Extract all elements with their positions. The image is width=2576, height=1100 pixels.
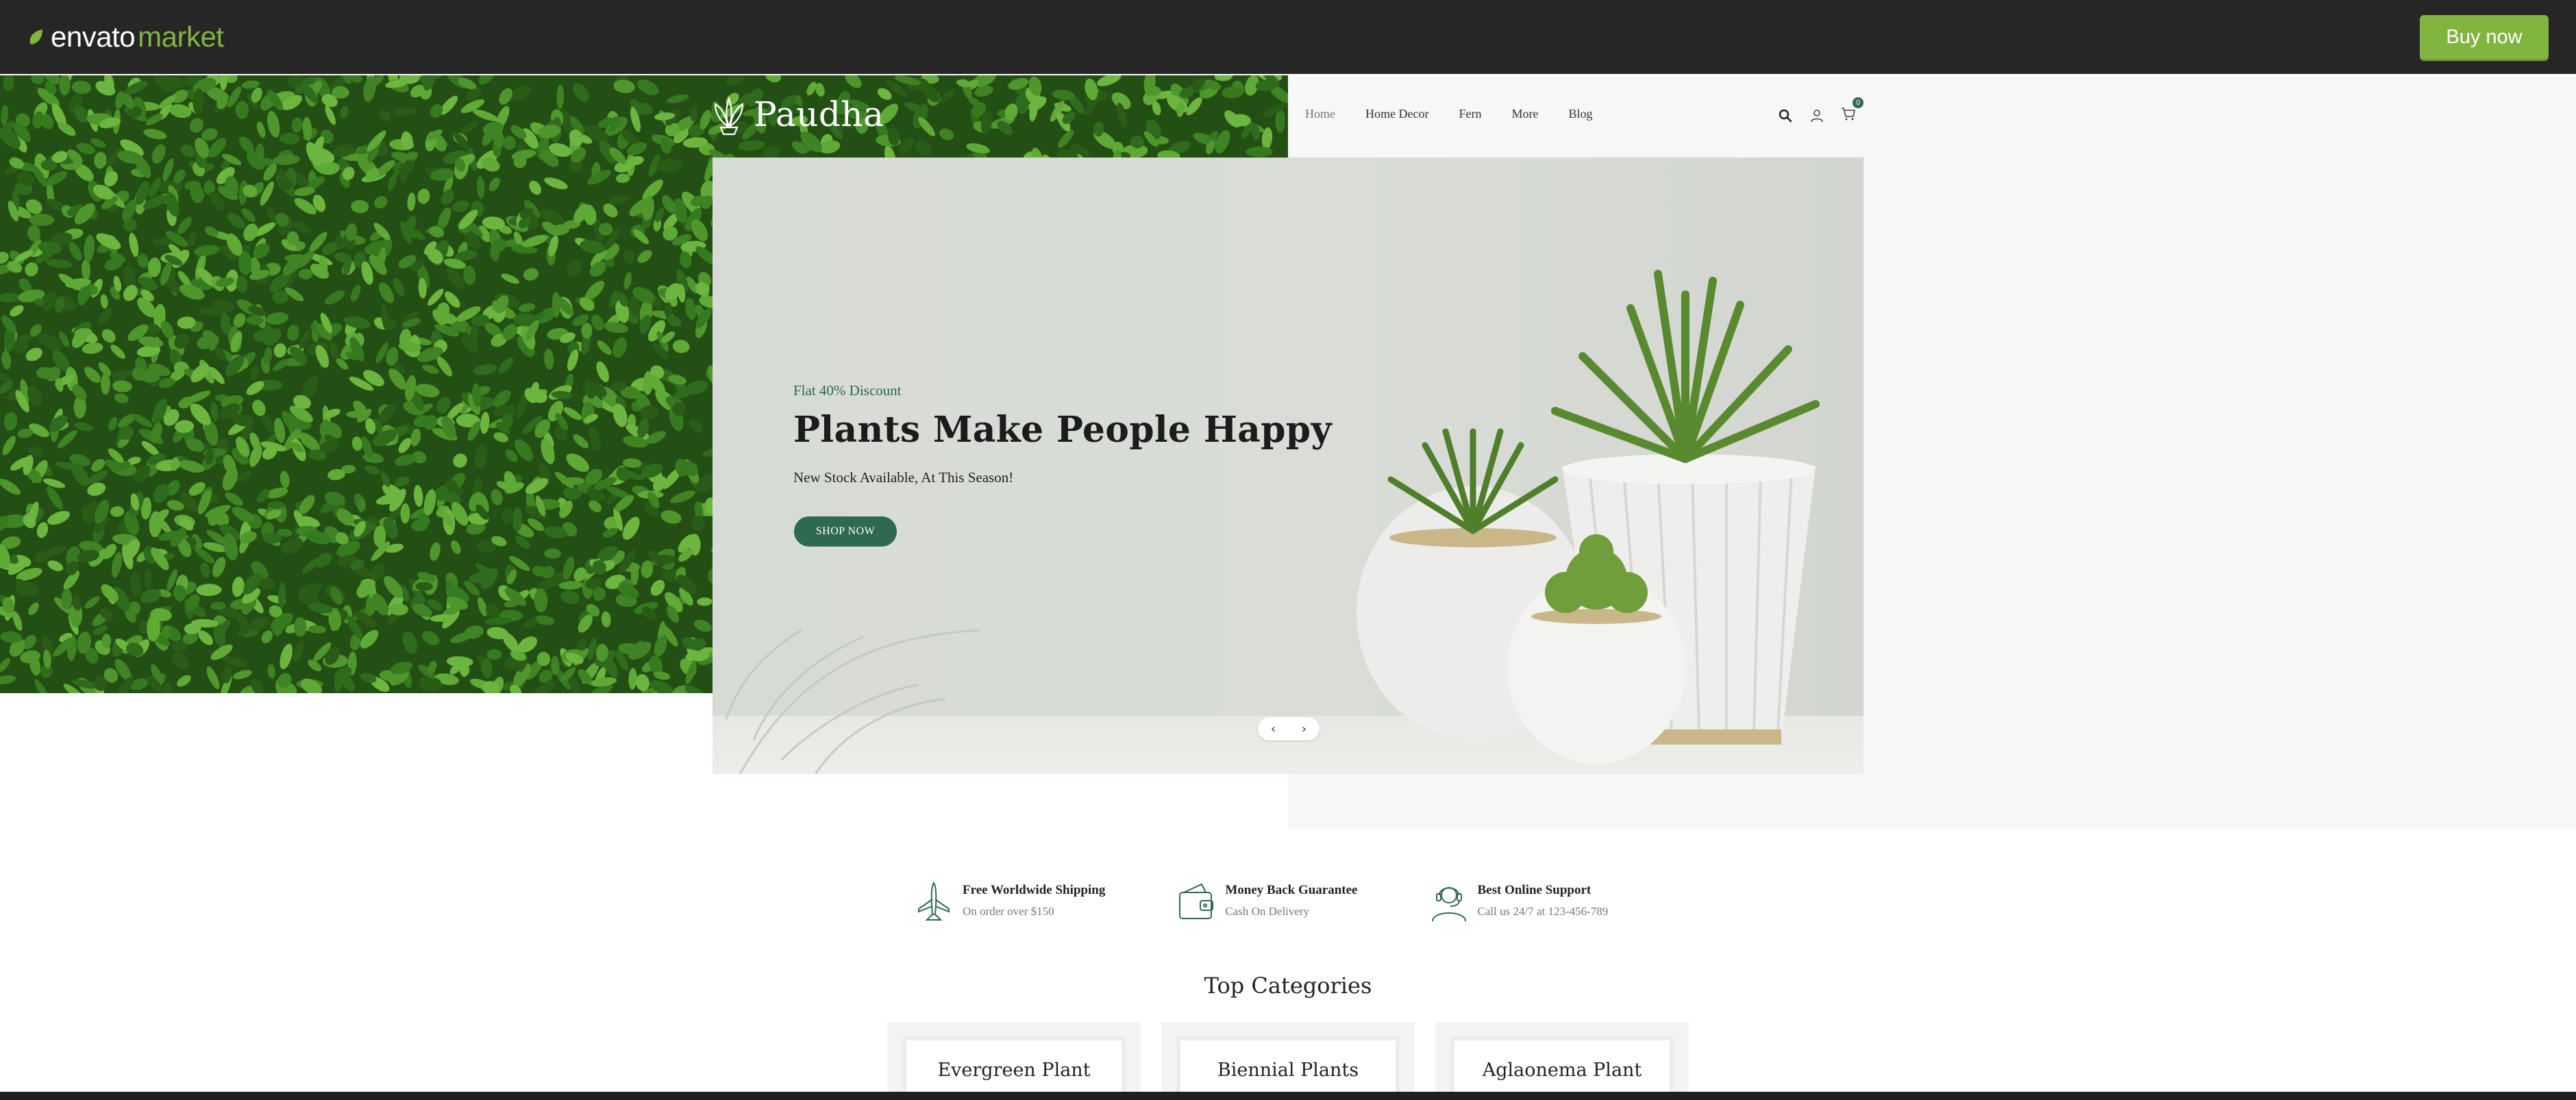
cart-count-badge: 0 <box>1853 97 1863 108</box>
features-row: Free Worldwide Shipping On order over $1… <box>915 880 1680 924</box>
nav-blog[interactable]: Blog <box>1568 107 1592 121</box>
hero-title: Plants Make People Happy <box>793 409 1332 451</box>
hero-subtitle: New Stock Available, At This Season! <box>793 469 1014 486</box>
feature-desc: On order over $150 <box>963 905 1054 918</box>
category-card-aglaonema[interactable]: Aglaonema Plant <box>1435 1023 1689 1100</box>
feature-desc: Call us 24/7 at 123-456-789 <box>1477 905 1609 918</box>
nav-home[interactable]: Home <box>1305 107 1335 121</box>
nav-fern[interactable]: Fern <box>1459 107 1481 121</box>
bottom-strip <box>0 1092 2576 1100</box>
envato-wordmark: envato <box>51 21 136 53</box>
slider-prev-button[interactable]: ‹ <box>1260 722 1287 736</box>
shop-now-button[interactable]: SHOP NOW <box>794 516 897 547</box>
feature-title: Money Back Guarantee <box>1225 883 1358 897</box>
support-agent-icon <box>1431 887 1466 922</box>
plane-icon <box>918 882 950 921</box>
feature-desc: Cash On Delivery <box>1225 905 1310 918</box>
top-categories-title: Top Categories <box>1204 973 1372 999</box>
market-wordmark: market <box>138 21 224 53</box>
category-card-inner: Evergreen Plant <box>906 1040 1122 1100</box>
agave-plant <box>1551 270 1820 463</box>
category-card-inner: Aglaonema Plant <box>1454 1040 1670 1100</box>
feature-shipping: Free Worldwide Shipping On order over $1… <box>915 880 1105 924</box>
feature-title: Free Worldwide Shipping <box>963 883 1106 897</box>
hero-plant-illustration <box>725 270 1820 774</box>
buy-now-button[interactable]: Buy now <box>2420 15 2549 59</box>
leaf-icon <box>29 29 42 45</box>
palm-frond-decoration <box>725 629 980 774</box>
hero-slider <box>713 158 1863 774</box>
wallet-icon <box>1179 883 1214 919</box>
cart-icon <box>1842 108 1855 121</box>
feature-title: Best Online Support <box>1477 883 1592 897</box>
cart[interactable]: 0 <box>1840 97 1863 125</box>
plant-logo-icon <box>714 96 744 136</box>
slider-nav: ‹ › <box>1258 717 1320 740</box>
feature-support: Best Online Support Call us 24/7 at 123-… <box>1430 880 1609 924</box>
main-nav: Home Home Decor Fern More Blog <box>1305 107 1622 121</box>
feature-money-back: Money Back Guarantee Cash On Delivery <box>1177 880 1358 924</box>
nav-home-decor[interactable]: Home Decor <box>1365 107 1428 121</box>
nav-more[interactable]: More <box>1511 107 1538 121</box>
hero-discount-tag: Flat 40% Discount <box>793 382 902 399</box>
header-icons: 0 <box>1777 97 1863 125</box>
envato-logo[interactable]: envato market <box>26 18 224 56</box>
category-card-inner: Biennial Plants <box>1180 1040 1396 1100</box>
site-logo-text: Paudha <box>754 95 884 134</box>
search-icon[interactable] <box>1777 108 1794 124</box>
slider-next-button[interactable]: › <box>1291 722 1318 736</box>
category-card-biennial[interactable]: Biennial Plants <box>1161 1023 1415 1100</box>
category-card-evergreen[interactable]: Evergreen Plant <box>887 1023 1141 1100</box>
site-logo[interactable]: Paudha <box>711 93 884 136</box>
user-icon[interactable] <box>1809 108 1825 124</box>
envato-top-bar: envato market Buy now <box>0 0 2576 74</box>
